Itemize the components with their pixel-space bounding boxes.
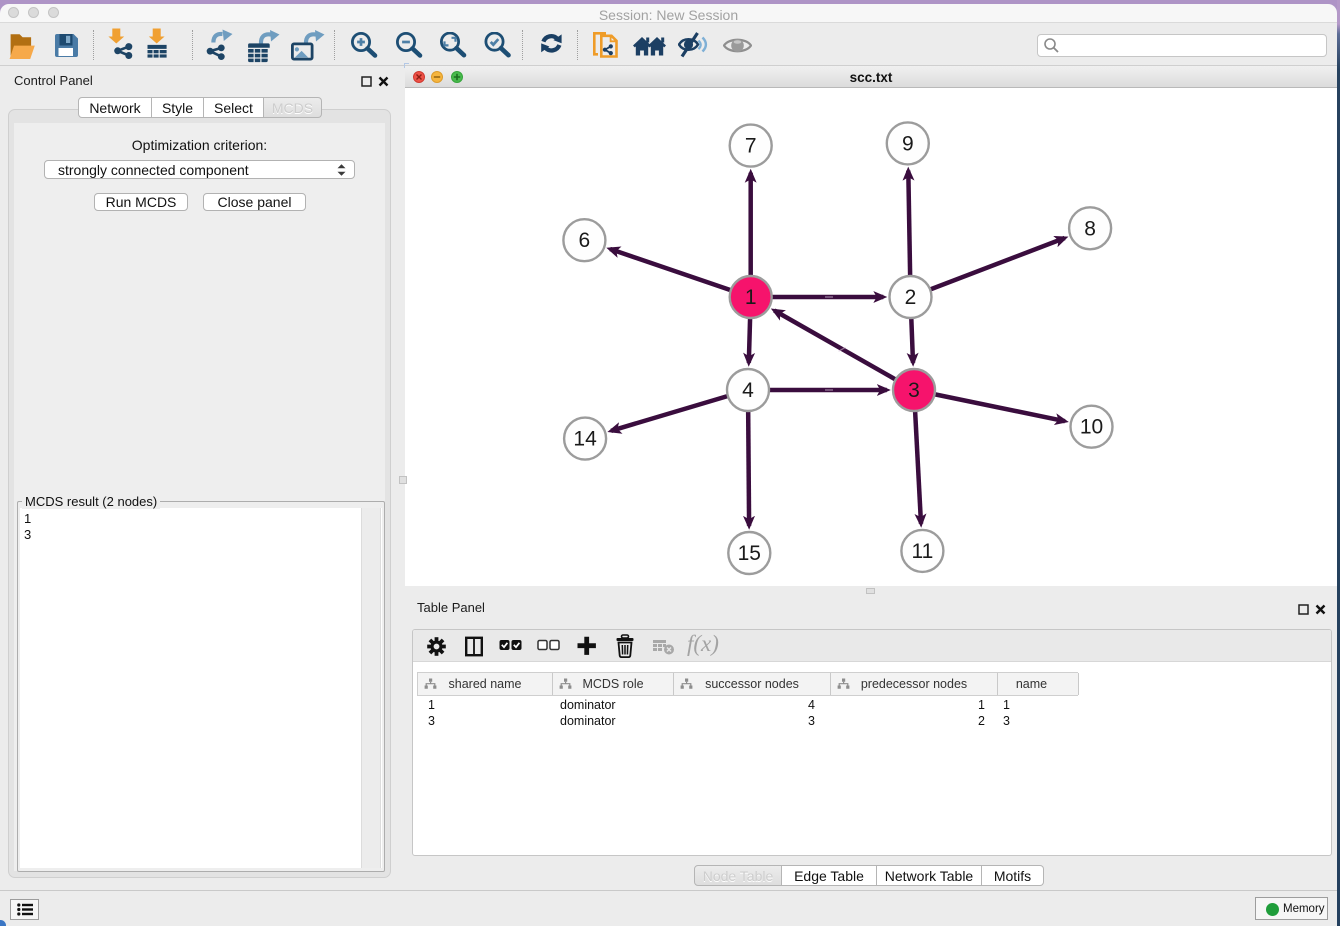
svg-text:3: 3 (908, 379, 920, 402)
svg-text:6: 6 (579, 229, 591, 252)
svg-text:7: 7 (745, 135, 757, 158)
svg-text:10: 10 (1080, 416, 1103, 439)
svg-text:9: 9 (902, 132, 914, 155)
svg-text:11: 11 (911, 540, 933, 563)
svg-text:2: 2 (905, 286, 917, 309)
svg-text:1: 1 (745, 286, 757, 309)
svg-text:14: 14 (573, 428, 597, 451)
svg-text:8: 8 (1084, 217, 1096, 240)
svg-text:15: 15 (738, 542, 761, 565)
svg-text:4: 4 (742, 379, 754, 402)
